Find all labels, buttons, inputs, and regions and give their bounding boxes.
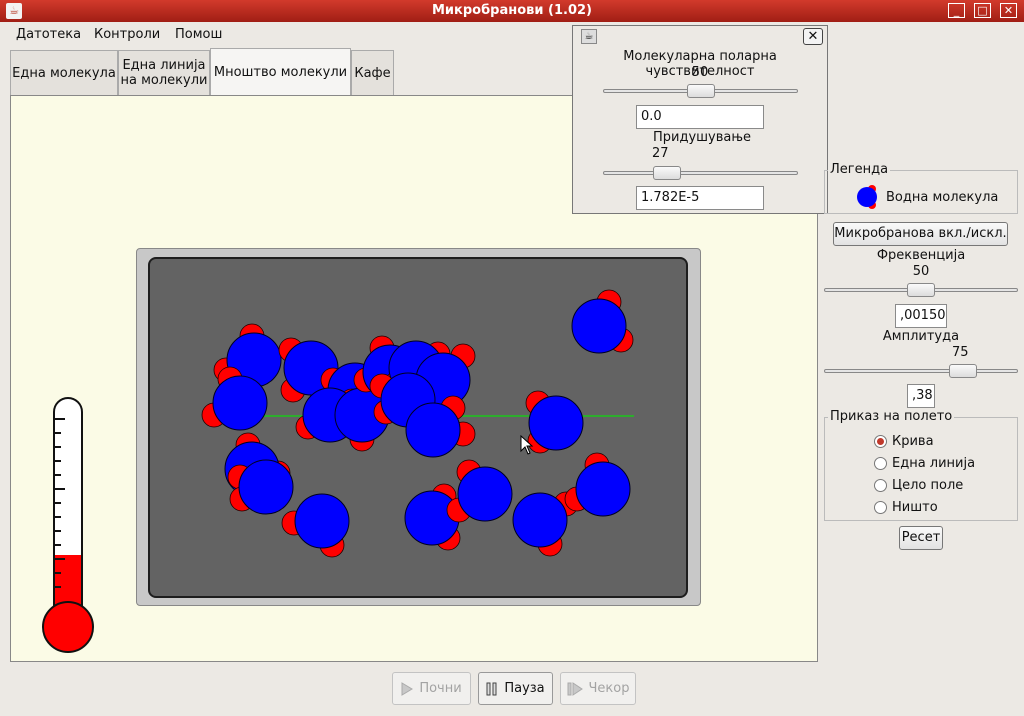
- damping-field[interactable]: 1.782E-5: [636, 186, 764, 210]
- step-button[interactable]: Чекор: [560, 672, 636, 705]
- damping-slider-track[interactable]: [603, 171, 798, 175]
- frequency-value: 50: [912, 264, 930, 279]
- pause-button-label: Пауза: [504, 681, 545, 696]
- polarity-value: 50: [691, 65, 709, 80]
- amplitude-slider-track[interactable]: [824, 369, 1018, 373]
- field-display-title: Приказ на полето: [828, 409, 955, 424]
- water-molecule: [281, 493, 350, 558]
- radio-curve[interactable]: [874, 435, 887, 448]
- radio-whole-field-label[interactable]: Цело поле: [892, 478, 963, 493]
- legend-title: Легенда: [828, 162, 891, 177]
- polarity-field[interactable]: 0.0: [636, 105, 764, 129]
- radio-single-line[interactable]: [874, 457, 887, 470]
- radio-single-line-label[interactable]: Една линија: [892, 456, 975, 471]
- dialog-close-button[interactable]: ✕: [803, 28, 823, 45]
- amplitude-field[interactable]: ,38: [907, 384, 935, 408]
- frequency-slider-thumb[interactable]: [907, 283, 935, 297]
- java-cup-icon: ☕: [581, 29, 597, 44]
- amplitude-slider-thumb[interactable]: [948, 364, 977, 378]
- frequency-field[interactable]: ,00150: [895, 304, 947, 328]
- radio-none[interactable]: [874, 501, 887, 514]
- radio-whole-field[interactable]: [874, 479, 887, 492]
- legend-item-label: Водна молекула: [886, 190, 999, 205]
- step-button-label: Чекор: [588, 681, 630, 696]
- water-molecule: [227, 459, 294, 515]
- polarity-dialog: ☕ ✕ Молекуларна поларна чувствителност 5…: [572, 25, 828, 214]
- radio-curve-label[interactable]: Крива: [892, 434, 934, 449]
- water-molecule-icon: [857, 185, 877, 209]
- start-button-label: Почни: [419, 681, 462, 696]
- damping-label: Придушување: [653, 130, 752, 145]
- polarity-slider-thumb[interactable]: [686, 84, 715, 98]
- radio-none-label[interactable]: Ништо: [892, 500, 938, 515]
- water-molecule: [564, 452, 631, 517]
- frequency-label: Фреквенција: [876, 248, 966, 263]
- pause-icon: [486, 682, 497, 695]
- damping-value: 27: [652, 146, 669, 161]
- field-display-group: Приказ на полето Крива Една линија Цело …: [824, 409, 1018, 521]
- play-icon: [401, 681, 414, 696]
- water-molecule: [525, 390, 584, 454]
- amplitude-value: 75: [952, 345, 969, 360]
- step-icon: [567, 681, 583, 696]
- reset-button[interactable]: Ресет: [899, 526, 943, 550]
- amplitude-label: Амплитуда: [882, 329, 960, 344]
- water-molecule: [446, 459, 513, 523]
- damping-slider-thumb[interactable]: [653, 166, 682, 180]
- microwave-toggle-button[interactable]: Микробранова вкл./искл.: [833, 222, 1008, 246]
- legend-group: Легенда Водна молекула: [824, 162, 1018, 214]
- mouse-cursor-icon: [520, 435, 534, 455]
- pause-button[interactable]: Пауза: [478, 672, 553, 705]
- water-molecule: [571, 289, 634, 354]
- start-button[interactable]: Почни: [392, 672, 471, 705]
- water-molecules-layer: [201, 289, 634, 558]
